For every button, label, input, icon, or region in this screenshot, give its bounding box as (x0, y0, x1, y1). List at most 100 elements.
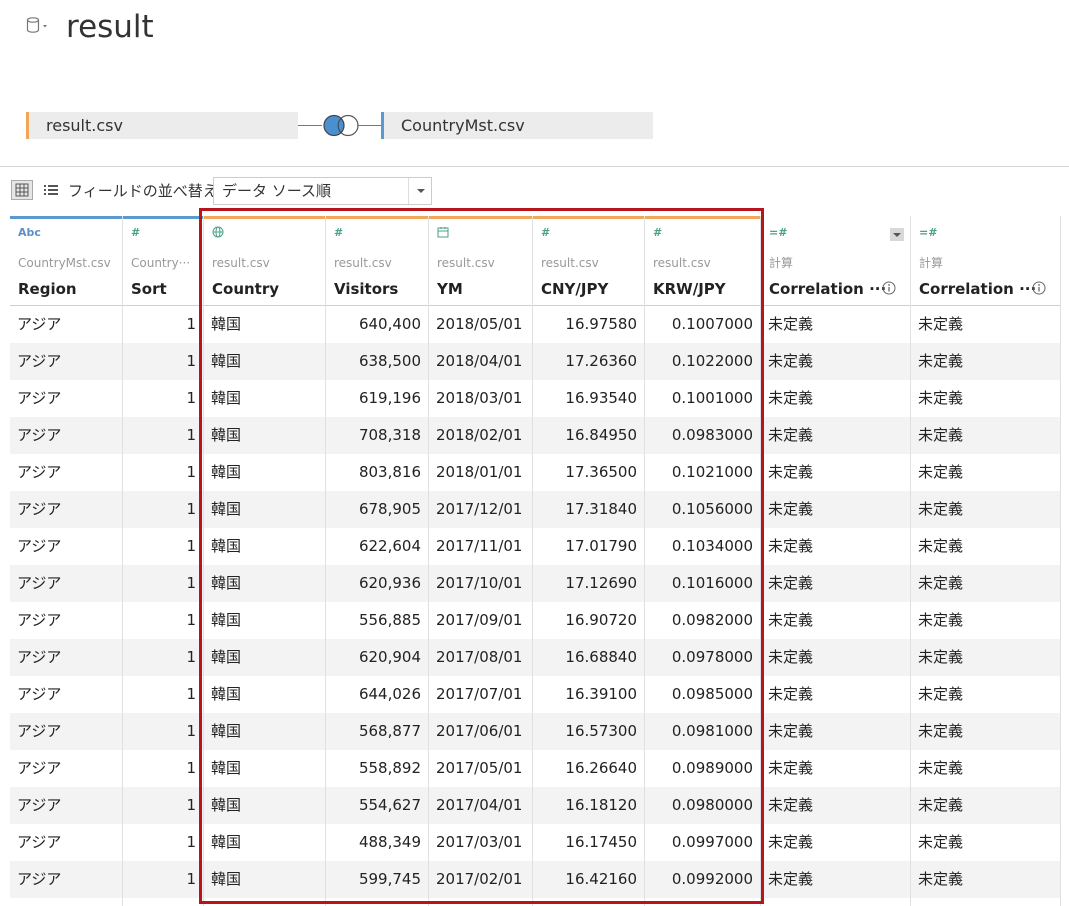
table-cell[interactable]: 1 (123, 861, 203, 898)
table-cell[interactable]: 韓国 (204, 417, 325, 454)
table-cell[interactable]: 2018/04/01 (429, 343, 532, 380)
table-cell[interactable]: 韓国 (204, 602, 325, 639)
table-cell[interactable]: 0.0978000 (645, 639, 760, 676)
globe-type-icon[interactable] (212, 226, 224, 242)
table-cell[interactable]: アジア (10, 713, 122, 750)
table-cell[interactable]: アジア (10, 824, 122, 861)
table-cell[interactable]: 未定義 (761, 417, 910, 454)
column-header[interactable]: # result.csv CNY/JPY (533, 216, 644, 306)
table-cell[interactable]: 0.1056000 (645, 491, 760, 528)
table-cell[interactable]: 2017/10/01 (429, 565, 532, 602)
column-header[interactable]: =# 計算 Correlation ··· (911, 216, 1060, 306)
column-correlation[interactable]: =# 計算 Correlation ··· 未定義 未定義 未定義 未定義 未定義 未定義 未定義… (911, 216, 1061, 906)
table-cell[interactable]: 0.0982000 (645, 602, 760, 639)
column-name[interactable]: Country (212, 279, 279, 299)
column-cny-jpy[interactable]: # result.csv CNY/JPY 16.97580 17.26360 16.935… (533, 216, 645, 906)
table-cell[interactable]: 708,318 (326, 417, 428, 454)
table-cell[interactable]: 未定義 (911, 417, 1060, 454)
table-cell[interactable]: 未定義 (911, 528, 1060, 565)
table-cell[interactable]: 1 (123, 565, 203, 602)
table-cell[interactable]: アジア (10, 861, 122, 898)
table-cell[interactable]: 17.01790 (533, 528, 644, 565)
table-cell[interactable]: 未定義 (761, 343, 910, 380)
table-cell[interactable]: 2017/09/01 (429, 602, 532, 639)
table-cell[interactable]: 1 (123, 602, 203, 639)
table-cell[interactable]: 2017/08/01 (429, 639, 532, 676)
table-cell[interactable]: 622,604 (326, 528, 428, 565)
table-cell[interactable]: 未定義 (911, 380, 1060, 417)
table-cell[interactable]: 未定義 (761, 676, 910, 713)
table-cell[interactable]: 2017/03/01 (429, 824, 532, 861)
string-type-icon[interactable]: Abc (18, 226, 41, 240)
table-cell[interactable]: 韓国 (204, 380, 325, 417)
table-cell[interactable]: 1 (123, 750, 203, 787)
column-menu-icon[interactable] (890, 228, 904, 241)
table-cell[interactable]: 17.36500 (533, 454, 644, 491)
table-cell[interactable]: 568,877 (326, 713, 428, 750)
table-cell[interactable]: アジア (10, 491, 122, 528)
table-cell[interactable]: 未定義 (911, 454, 1060, 491)
table-cell[interactable]: 620,936 (326, 565, 428, 602)
table-cell[interactable]: アジア (10, 602, 122, 639)
table-cell[interactable]: 2017/02/01 (429, 861, 532, 898)
table-cell[interactable]: 未定義 (761, 602, 910, 639)
table-cell[interactable]: 1 (123, 306, 203, 343)
table-cell[interactable]: 韓国 (204, 713, 325, 750)
table-cell[interactable]: 0.1001000 (645, 380, 760, 417)
table-cell[interactable]: 0.0985000 (645, 676, 760, 713)
column-header[interactable]: result.csv Country (204, 216, 325, 306)
table-cell[interactable]: 16.42160 (533, 861, 644, 898)
table-cell[interactable]: 0.0989000 (645, 750, 760, 787)
table-cell[interactable]: 未定義 (911, 306, 1060, 343)
column-name[interactable]: KRW/JPY (653, 279, 726, 299)
table-cell[interactable]: 未定義 (761, 750, 910, 787)
table-cell[interactable]: 638,500 (326, 343, 428, 380)
table-cell[interactable]: 17.26360 (533, 343, 644, 380)
table-cell[interactable]: アジア (10, 417, 122, 454)
table-cell[interactable]: 2018/02/01 (429, 417, 532, 454)
table-cell[interactable]: 未定義 (761, 824, 910, 861)
table-cell[interactable]: 1 (123, 380, 203, 417)
table-cell[interactable]: 1 (123, 824, 203, 861)
table-cell[interactable]: 未定義 (761, 306, 910, 343)
table-cell[interactable]: アジア (10, 639, 122, 676)
table-cell[interactable]: 558,892 (326, 750, 428, 787)
table-cell[interactable]: 0.0980000 (645, 787, 760, 824)
table-cell[interactable]: 2017/12/01 (429, 491, 532, 528)
calculated-number-type-icon[interactable]: =# (919, 226, 937, 240)
number-type-icon[interactable]: # (541, 226, 550, 240)
table-cell[interactable]: 640,400 (326, 306, 428, 343)
table-cell[interactable]: 未定義 (911, 343, 1060, 380)
table-cell[interactable]: アジア (10, 750, 122, 787)
right-table-pill[interactable]: CountryMst.csv (381, 112, 653, 139)
table-cell[interactable]: 0.1034000 (645, 528, 760, 565)
table-cell[interactable]: 2018/03/01 (429, 380, 532, 417)
column-header[interactable]: # Country··· Sort (123, 216, 203, 306)
table-cell[interactable]: 韓国 (204, 787, 325, 824)
table-cell[interactable]: 未定義 (761, 454, 910, 491)
table-cell[interactable]: アジア (10, 380, 122, 417)
table-cell[interactable]: アジア (10, 676, 122, 713)
table-cell[interactable]: 16.26640 (533, 750, 644, 787)
list-view-icon[interactable] (42, 181, 60, 199)
table-cell[interactable]: アジア (10, 528, 122, 565)
column-name[interactable]: Correlation ··· (919, 279, 1036, 299)
column-header[interactable]: Abc CountryMst.csv Region (10, 216, 122, 306)
left-join-icon[interactable] (320, 112, 360, 139)
table-cell[interactable]: 未定義 (911, 861, 1060, 898)
table-cell[interactable]: 未定義 (761, 639, 910, 676)
cylinder-db-icon[interactable] (26, 16, 50, 36)
table-cell[interactable]: 2017/04/01 (429, 787, 532, 824)
table-cell[interactable]: アジア (10, 306, 122, 343)
table-cell[interactable]: 韓国 (204, 565, 325, 602)
table-cell[interactable]: 644,026 (326, 676, 428, 713)
table-cell[interactable]: 556,885 (326, 602, 428, 639)
column-header[interactable]: # result.csv KRW/JPY (645, 216, 760, 306)
table-cell[interactable]: 1 (123, 639, 203, 676)
number-type-icon[interactable]: # (334, 226, 343, 240)
table-cell[interactable]: 0.1022000 (645, 343, 760, 380)
table-cell[interactable]: 2017/06/01 (429, 713, 532, 750)
column-name[interactable]: YM (437, 279, 463, 299)
table-cell[interactable]: 16.90720 (533, 602, 644, 639)
table-cell[interactable]: 0.1007000 (645, 306, 760, 343)
